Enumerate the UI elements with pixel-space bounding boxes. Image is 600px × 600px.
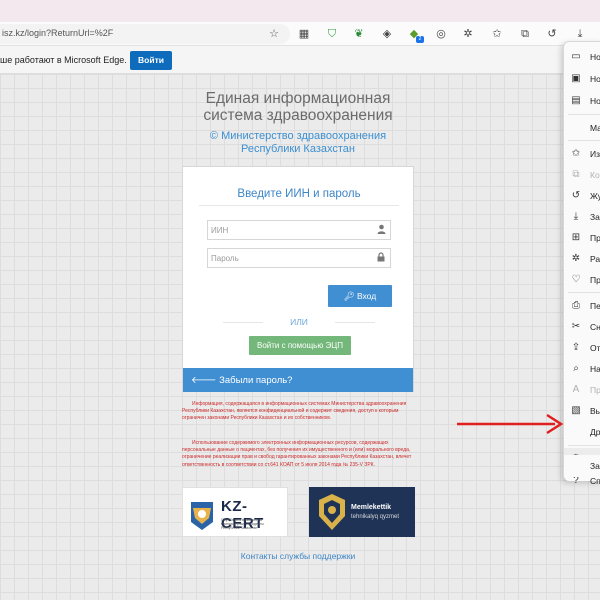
menu-item-read-aloud[interactable]: A Пр [564, 379, 600, 401]
card-divider [199, 205, 399, 206]
or-line-right [335, 322, 375, 323]
disclaimer-paragraph-2: Использование содержимого электронных ин… [182, 440, 412, 468]
site-title: Единая информационная система здравоохра… [203, 90, 393, 124]
menu-separator [568, 114, 600, 115]
collections-icon[interactable]: ⧉ [518, 27, 532, 41]
menu-item-extensions[interactable]: ✲ Ра [564, 248, 600, 270]
history-icon[interactable]: ↺ [545, 27, 559, 41]
kz-cert-logo[interactable]: KZ-CERT Служба реагирования на компьютер… [182, 487, 288, 537]
extension-icon-4[interactable]: ◈ [380, 27, 394, 41]
memlekettik-line2: tehnikalyq qyzmet [351, 514, 400, 520]
site-subtitle: © Министерство здравоохранения Республик… [209, 130, 387, 155]
info-bar-text: ше работают в Microsoft Edge. [0, 55, 127, 65]
extensions-puzzle-icon[interactable]: ✲ [461, 27, 475, 41]
menu-separator [568, 445, 600, 446]
memlekettik-line1: Memlekettik [351, 504, 392, 511]
downloads-icon[interactable]: ⤓ [573, 27, 587, 41]
edge-info-bar: ше работают в Microsoft Edge. Войти [0, 46, 600, 74]
browser-essentials-icon: ♡ [571, 274, 581, 285]
read-aloud-icon: A [572, 384, 580, 395]
menu-item-screenshot[interactable]: ✂ Сн [564, 316, 600, 338]
address-toolbar: isz.kz/login?ReturnUrl=%2F ☆ ▦ ⛉ ❦ ◈ ◆ 2… [0, 22, 600, 46]
memlekettik-emblem-icon [319, 494, 345, 530]
arrow-left-icon: 🡐 [191, 375, 220, 386]
or-separator: ИЛИ [290, 317, 308, 327]
menu-item-more-tools[interactable]: ▧ Вы [564, 400, 600, 422]
ecp-login-button[interactable]: Войти с помощью ЭЦП [249, 336, 351, 355]
login-card-title: Введите ИИН и пароль [237, 188, 361, 200]
iin-placeholder: ИИН [211, 226, 229, 235]
extension-badge: 2 [416, 36, 424, 43]
menu-item-browser-essentials[interactable]: ♡ Пр [564, 269, 600, 291]
login-card: Введите ИИН и пароль ИИН Пароль 🔑︎ Вход … [182, 166, 414, 392]
extension-icon-6[interactable]: ◎ [434, 27, 448, 41]
browser-tab-strip [0, 0, 600, 22]
print-icon: ⎙ [572, 300, 580, 311]
find-icon: ⌕ [573, 363, 579, 374]
menu-item-zoom[interactable]: Ма [564, 117, 600, 139]
favorites-icon: ✩ [571, 148, 581, 159]
menu-item-new-window[interactable]: ▣ Но [564, 68, 600, 90]
forgot-password-link[interactable]: 🡐 Забыли пароль? [191, 375, 292, 386]
menu-separator [568, 292, 600, 293]
menu-item-find[interactable]: ⌕ На [564, 358, 600, 380]
new-window-icon: ▣ [571, 73, 581, 84]
menu-item-history[interactable]: ↺ Жу [564, 185, 600, 207]
collections-icon: ⧉ [572, 169, 580, 180]
favorites-star-icon[interactable]: ✩ [490, 27, 504, 41]
more-tools-icon: ▧ [571, 405, 581, 416]
disclaimer-paragraph-1: Информация, содержащаяся в информационны… [182, 401, 407, 422]
sign-in-button[interactable]: Войти [130, 51, 172, 70]
forgot-password-bar[interactable]: 🡐 Забыли пароль? [183, 368, 413, 392]
menu-item-share[interactable]: ⇪ От [564, 337, 600, 359]
add-favorite-icon[interactable]: ☆ [268, 28, 280, 40]
menu-item-downloads[interactable]: ⤓ За [564, 206, 600, 228]
menu-item-inprivate[interactable]: ▤ Но [564, 90, 600, 112]
address-url: isz.kz/login?ReturnUrl=%2F [2, 28, 114, 38]
apps-icon: ⊞ [571, 232, 581, 243]
login-button[interactable]: 🔑︎ Вход [328, 285, 392, 307]
lock-icon [376, 252, 386, 264]
menu-separator [568, 140, 600, 141]
kz-cert-subtitle: Служба реагирования на компьютерные инци… [221, 518, 264, 531]
downloads-icon: ⤓ [573, 211, 579, 222]
screenshot-icon: ✂ [571, 321, 581, 332]
menu-item-apps[interactable]: ⊞ Пр [564, 227, 600, 249]
user-icon [376, 224, 386, 236]
password-input[interactable]: Пароль [207, 248, 391, 268]
key-icon: 🔑︎ [343, 291, 357, 301]
menu-item-collections[interactable]: ⧉ Ко [564, 164, 600, 186]
extension-icon-1[interactable]: ▦ [297, 27, 311, 41]
extensions-icon: ✲ [571, 253, 581, 264]
iin-input[interactable]: ИИН [207, 220, 391, 240]
memlekettik-logo[interactable]: Memlekettik tehnikalyq qyzmet [309, 487, 415, 537]
support-contacts-link[interactable]: Контакты службы поддержки [182, 551, 414, 561]
menu-item-new-tab[interactable]: ▭ Но [564, 46, 600, 68]
shield-extension-icon[interactable]: ⛉ [325, 27, 339, 41]
password-placeholder: Пароль [211, 254, 239, 263]
menu-item-favorites[interactable]: ✩ Из [564, 143, 600, 165]
red-arrow-annotation [457, 413, 564, 435]
history-icon: ↺ [571, 190, 581, 201]
edge-settings-menu: ▭ Но ▣ Но ▤ Но Ма ✩ Из ⧉ Ко ↺ Жу ⤓ За ⊞ Пр ✲ Ра ♡… [563, 41, 600, 486]
menu-item-print[interactable]: ⎙ Пе [564, 295, 600, 317]
menu-item-close-edge[interactable]: За [563, 455, 600, 477]
new-tab-icon: ▭ [571, 51, 581, 62]
menu-item-other-tools[interactable]: Др [564, 421, 600, 443]
evernote-extension-icon[interactable]: ❦ [352, 27, 366, 41]
share-icon: ⇪ [571, 342, 581, 353]
address-bar[interactable]: isz.kz/login?ReturnUrl=%2F ☆ [0, 24, 290, 44]
inprivate-icon: ▤ [571, 95, 581, 106]
